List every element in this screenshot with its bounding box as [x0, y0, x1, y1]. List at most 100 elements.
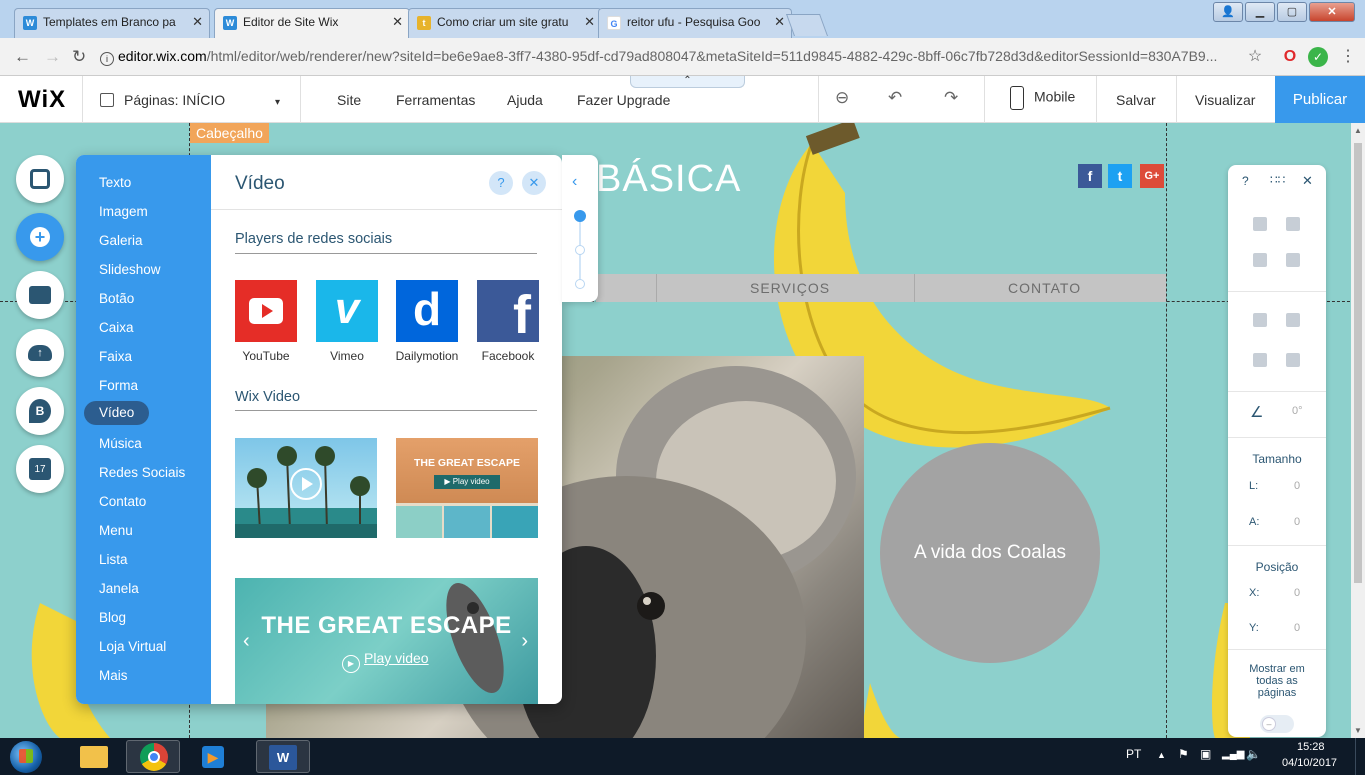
publish-button[interactable]: Publicar — [1275, 76, 1365, 123]
close-icon[interactable]: ✕ — [1302, 173, 1313, 189]
info-icon[interactable]: i — [100, 52, 114, 66]
show-desktop-button[interactable] — [1355, 738, 1365, 775]
video-thumbnail-escape[interactable]: THE GREAT ESCAPE ▶ Play video — [396, 438, 538, 538]
browser-menu-icon[interactable]: ⋮ — [1338, 47, 1358, 67]
match-size-icon[interactable] — [1286, 353, 1300, 367]
blog-button[interactable]: B — [16, 387, 64, 435]
show-on-all-pages-toggle[interactable]: – — [1260, 715, 1294, 733]
forward-arrow-icon[interactable]: → — [44, 47, 61, 67]
twitter-social-icon[interactable]: t — [1108, 164, 1132, 188]
category-shape[interactable]: Forma — [84, 374, 153, 398]
header-section-tag[interactable]: Cabeçalho — [190, 123, 269, 143]
arrange-icon[interactable] — [1253, 313, 1267, 327]
check-extension-icon[interactable]: ✓ — [1308, 47, 1328, 67]
menu-upgrade[interactable]: Fazer Upgrade — [577, 92, 670, 108]
category-button[interactable]: Botão — [84, 287, 149, 311]
category-more[interactable]: Mais — [84, 664, 143, 688]
close-panel-icon[interactable]: ✕ — [522, 171, 546, 195]
close-tab-icon[interactable]: ✕ — [584, 14, 595, 30]
category-box[interactable]: Caixa — [84, 316, 149, 340]
category-lightbox[interactable]: Janela — [84, 577, 154, 601]
category-contact[interactable]: Contato — [84, 490, 161, 514]
zoom-out-icon[interactable]: ⊖ — [835, 88, 849, 108]
backgrounds-button[interactable] — [16, 271, 64, 319]
new-tab-button[interactable] — [785, 14, 829, 36]
vimeo-player-tile[interactable]: v — [316, 280, 378, 342]
copy-icon[interactable] — [1253, 217, 1267, 231]
action-center-flag-icon[interactable]: ⚑ — [1178, 747, 1189, 761]
user-icon[interactable]: 👤 — [1213, 2, 1243, 22]
scroll-dot[interactable] — [575, 245, 585, 255]
scroll-position-dot[interactable] — [574, 210, 586, 222]
site-title[interactable]: BÁSICA — [596, 158, 741, 201]
bookings-button[interactable]: 17 — [16, 445, 64, 493]
category-slideshow[interactable]: Slideshow — [84, 258, 176, 282]
pages-dropdown[interactable]: Páginas: INÍCIO ▾ — [100, 92, 280, 108]
collapse-topbar-handle[interactable]: ⌃ — [630, 76, 745, 88]
menu-site[interactable]: Site — [337, 92, 361, 108]
browser-tab[interactable]: t Como criar um site gratu ✕ — [408, 8, 602, 38]
undo-icon[interactable]: ↶ — [888, 88, 902, 108]
taskbar-word[interactable]: W — [256, 740, 310, 773]
y-input[interactable]: 0 — [1294, 622, 1300, 634]
site-menu[interactable]: SERVIÇOS CONTATO — [596, 274, 1166, 302]
opera-extension-icon[interactable]: O — [1280, 47, 1300, 67]
close-tab-icon[interactable]: ✕ — [774, 14, 785, 30]
add-button[interactable]: + — [16, 213, 64, 261]
close-tab-icon[interactable]: ✕ — [192, 14, 203, 30]
duplicate-icon[interactable] — [1253, 253, 1267, 267]
menu-help[interactable]: Ajuda — [507, 92, 543, 108]
facebook-social-icon[interactable]: f — [1078, 164, 1102, 188]
bookmark-star-icon[interactable]: ☆ — [1245, 47, 1265, 67]
category-video[interactable]: Vídeo — [84, 401, 150, 425]
scrollbar-thumb[interactable] — [1354, 143, 1362, 583]
google-plus-social-icon[interactable]: G+ — [1140, 164, 1164, 188]
scroll-down-arrow-icon[interactable]: ▼ — [1354, 726, 1362, 735]
browser-tab[interactable]: W Templates em Branco pa ✕ — [14, 8, 210, 38]
distribute-icon[interactable] — [1253, 353, 1267, 367]
maximize-icon[interactable]: ▢ — [1277, 2, 1307, 22]
browser-tab[interactable]: G reitor ufu - Pesquisa Goo ✕ — [598, 8, 792, 38]
mobile-view-button[interactable]: Mobile — [1010, 86, 1075, 110]
back-arrow-icon[interactable]: ← — [14, 47, 31, 67]
align-icon[interactable] — [1286, 313, 1300, 327]
volume-icon[interactable]: 🔈 — [1246, 747, 1261, 761]
clock-date[interactable]: 04/10/2017 — [1282, 757, 1337, 769]
pages-menu-button[interactable] — [16, 155, 64, 203]
video-thumbnail-palms[interactable] — [235, 438, 377, 538]
rotation-value[interactable]: 0° — [1292, 405, 1303, 417]
category-list[interactable]: Lista — [84, 548, 143, 572]
redo-icon[interactable]: ↷ — [944, 88, 958, 108]
taskbar-media[interactable]: ▶ — [186, 740, 240, 773]
chevron-left-icon[interactable]: ‹ — [572, 173, 577, 191]
tray-expand-icon[interactable]: ▲ — [1157, 750, 1166, 760]
video-banner-escape[interactable]: THE GREAT ESCAPE ▶ Play video ‹ › — [235, 578, 538, 704]
url-field[interactable]: i editor.wix.com/html/editor/web/renderer… — [100, 44, 1235, 70]
page-scrollbar[interactable]: ▲ ▼ — [1351, 123, 1365, 738]
category-menu[interactable]: Menu — [84, 519, 148, 543]
category-social[interactable]: Redes Sociais — [84, 461, 200, 485]
x-input[interactable]: 0 — [1294, 587, 1300, 599]
close-tab-icon[interactable]: ✕ — [392, 14, 403, 30]
koala-caption-circle[interactable]: A vida dos Coalas — [880, 443, 1100, 663]
category-store[interactable]: Loja Virtual — [84, 635, 181, 659]
close-window-icon[interactable]: ✕ — [1309, 2, 1355, 22]
dailymotion-player-tile[interactable]: d — [396, 280, 458, 342]
category-gallery[interactable]: Galeria — [84, 229, 158, 253]
minimize-icon[interactable]: ▁ — [1245, 2, 1275, 22]
scroll-up-arrow-icon[interactable]: ▲ — [1354, 126, 1362, 135]
width-input[interactable]: 0 — [1294, 480, 1300, 492]
save-button[interactable]: Salvar — [1116, 92, 1156, 108]
upload-button[interactable]: ↑ — [16, 329, 64, 377]
scroll-dot[interactable] — [575, 279, 585, 289]
delete-icon[interactable] — [1286, 253, 1300, 267]
start-button[interactable] — [10, 741, 42, 773]
reload-icon[interactable]: ↻ — [72, 47, 86, 67]
taskbar-chrome[interactable] — [126, 740, 180, 773]
network-signal-icon[interactable]: ▂▄▆ — [1222, 749, 1244, 760]
category-music[interactable]: Música — [84, 432, 157, 456]
help-button[interactable]: ? — [489, 171, 513, 195]
site-menu-item-contact[interactable]: CONTATO — [1008, 280, 1081, 296]
device-icon[interactable]: ▣ — [1200, 747, 1211, 761]
help-button[interactable]: ? — [1242, 174, 1249, 188]
